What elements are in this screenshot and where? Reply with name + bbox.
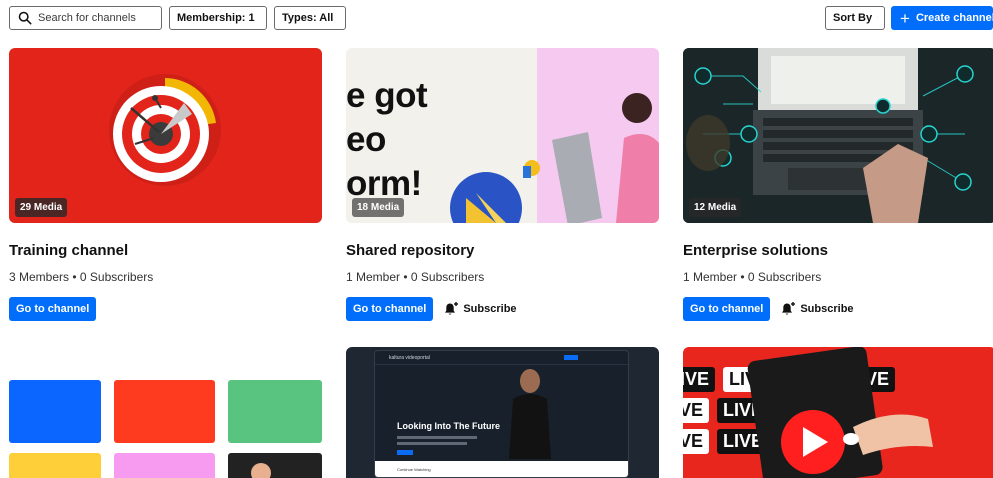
types-filter-dropdown[interactable]: Types: All bbox=[274, 6, 346, 30]
channel-card-enterprise-solutions: 12 Media Enterprise solutions 1 Member •… bbox=[683, 48, 993, 321]
create-channel-button[interactable]: + Create channel bbox=[891, 6, 993, 30]
channel-card-shared-repository: e got eo orm! 18 Media Shared repository… bbox=[346, 48, 659, 321]
plus-icon: + bbox=[900, 8, 910, 28]
sort-by-dropdown[interactable]: Sort By bbox=[825, 6, 885, 30]
channel-thumbnail[interactable]: kaltura videoportal Looking Into The Fut… bbox=[346, 347, 659, 478]
sort-by-label: Sort By bbox=[833, 12, 873, 24]
target-illustration bbox=[109, 74, 221, 186]
channel-thumbnail[interactable] bbox=[9, 347, 322, 478]
channel-meta: 3 Members • 0 Subscribers bbox=[9, 270, 154, 284]
bell-plus-icon bbox=[445, 302, 459, 315]
channel-title[interactable]: Enterprise solutions bbox=[683, 242, 993, 260]
play-device-illustration bbox=[747, 347, 933, 478]
video-portal-preview: kaltura videoportal Looking Into The Fut… bbox=[374, 350, 629, 478]
search-box[interactable] bbox=[9, 6, 162, 30]
channel-meta: 1 Member • 0 Subscribers bbox=[683, 270, 822, 284]
media-count-badge: 18 Media bbox=[352, 198, 405, 217]
subscribe-label: Subscribe bbox=[800, 303, 854, 315]
media-count-badge: 12 Media bbox=[689, 198, 742, 217]
search-input[interactable] bbox=[38, 12, 158, 24]
channel-thumbnail[interactable]: 12 Media bbox=[683, 48, 993, 223]
channel-thumbnail[interactable]: e got eo orm! 18 Media bbox=[346, 48, 659, 223]
subscribe-label: Subscribe bbox=[463, 303, 517, 315]
channel-thumbnail[interactable]: LIVE LIVE LIVE LIVE LIVE LIVE LIVE LIVE bbox=[683, 347, 993, 478]
types-filter-label: Types: All bbox=[282, 12, 334, 24]
color-blocks-illustration bbox=[9, 380, 322, 478]
channel-card-training: 29 Media Training channel 3 Members • 0 … bbox=[9, 48, 322, 321]
membership-filter-dropdown[interactable]: Membership: 1 bbox=[169, 6, 267, 30]
presenter-silhouette bbox=[509, 369, 551, 459]
chevron-down-icon bbox=[877, 17, 878, 19]
go-to-channel-button[interactable]: Go to channel bbox=[683, 297, 771, 321]
create-channel-label: Create channel bbox=[915, 12, 993, 24]
toolbar: Membership: 1 Types: All Sort By + Creat… bbox=[0, 0, 993, 38]
portal-section-title: Continue Watching bbox=[397, 467, 431, 472]
channel-title[interactable]: Training channel bbox=[9, 242, 322, 260]
bell-plus-icon bbox=[782, 302, 796, 315]
go-to-channel-button[interactable]: Go to channel bbox=[346, 297, 434, 321]
search-icon bbox=[18, 11, 32, 25]
laptop-illustration bbox=[450, 93, 659, 223]
subscribe-button[interactable]: Subscribe bbox=[443, 301, 517, 317]
membership-filter-label: Membership: 1 bbox=[177, 12, 255, 24]
chevron-down-icon bbox=[338, 17, 339, 19]
channel-title[interactable]: Shared repository bbox=[346, 242, 659, 260]
subscribe-button[interactable]: Subscribe bbox=[780, 301, 854, 317]
channel-thumbnail[interactable]: 29 Media bbox=[9, 48, 322, 223]
media-count-badge: 29 Media bbox=[15, 198, 68, 217]
channel-meta: 1 Member • 0 Subscribers bbox=[346, 270, 485, 284]
network-laptop-illustration bbox=[683, 48, 993, 223]
go-to-channel-button[interactable]: Go to channel bbox=[9, 297, 97, 321]
